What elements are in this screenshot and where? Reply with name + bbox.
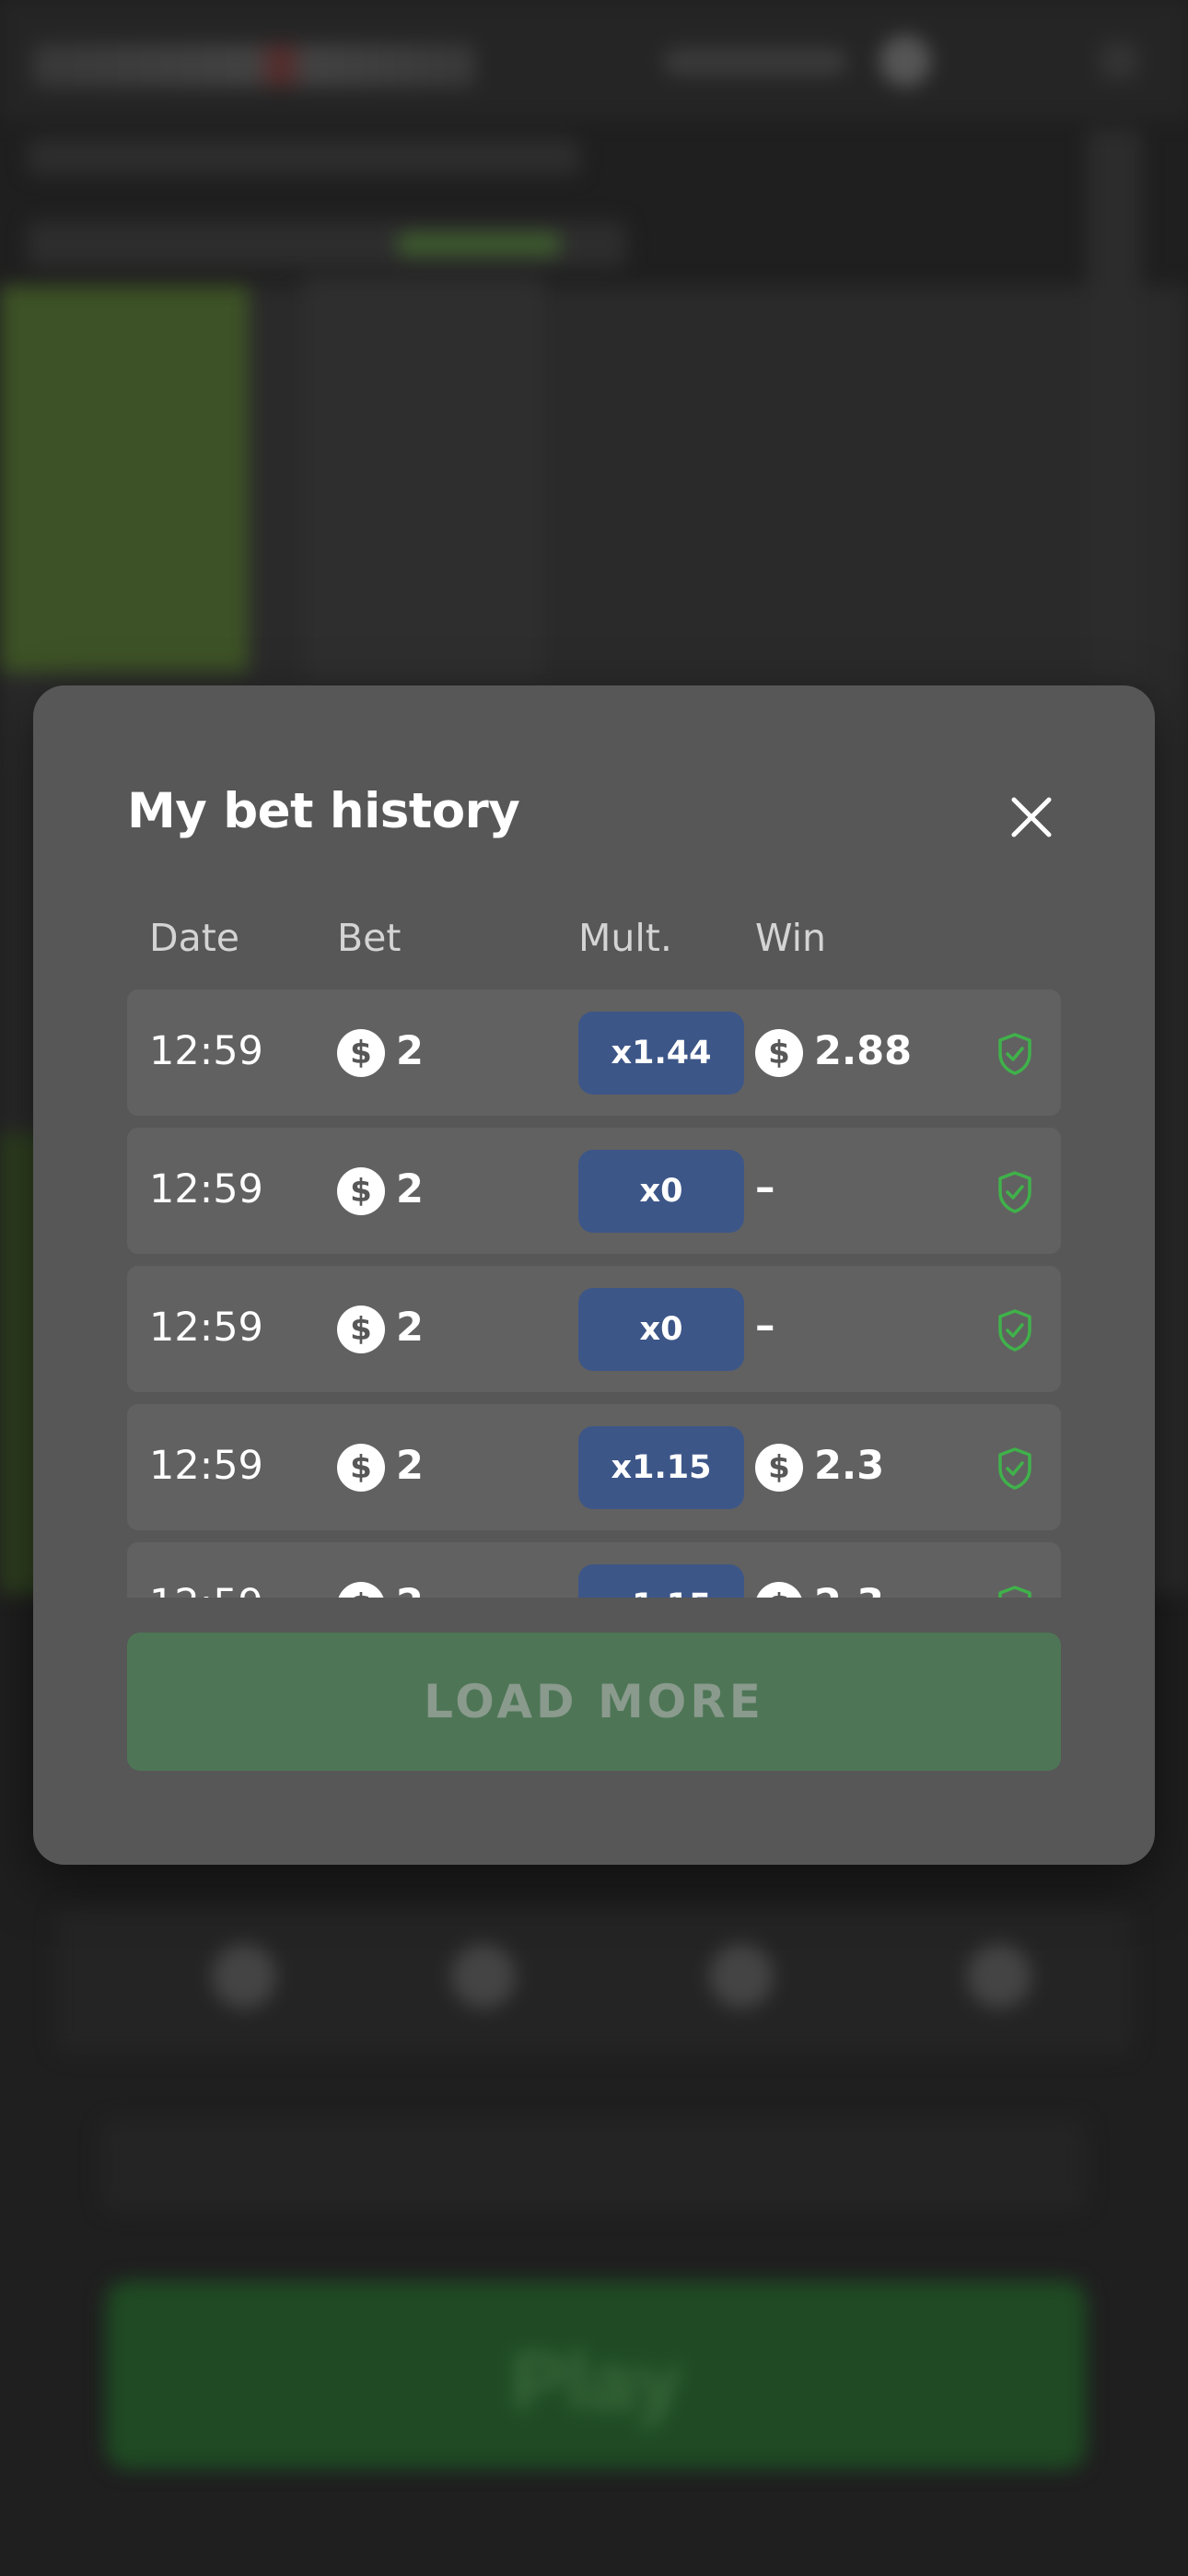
multiplier-badge: x1.44 — [578, 1012, 744, 1095]
row-bet-amount: 2 — [396, 1166, 424, 1212]
dollar-coin-icon: $ — [755, 1444, 803, 1492]
bg-control-knob — [212, 1944, 276, 2008]
bg-breadcrumb — [28, 138, 580, 175]
bg-control-knob — [967, 1944, 1031, 2008]
bg-select — [101, 2119, 1087, 2211]
row-date: 12:59 — [149, 1028, 263, 1074]
row-win-empty: – — [755, 1303, 775, 1349]
column-header-mult: Mult. — [578, 916, 672, 960]
row-bet-amount: 2 — [396, 1028, 424, 1074]
bg-control-knob — [451, 1944, 516, 2008]
bg-balance — [663, 48, 847, 76]
multiplier-badge: x1.15 — [578, 1564, 744, 1598]
table-header: Date Bet Mult. Win — [127, 916, 1061, 971]
row-date: 12:59 — [149, 1305, 263, 1351]
dollar-coin-icon: $ — [337, 1582, 385, 1598]
multiplier-badge: x1.15 — [578, 1426, 744, 1509]
table-row: 12:59 $2 x1.44 $2.88 — [127, 989, 1061, 1116]
dollar-coin-icon: $ — [755, 1029, 803, 1077]
bg-logo — [33, 44, 475, 87]
close-icon — [1011, 797, 1052, 837]
shield-check-icon[interactable] — [996, 1032, 1033, 1076]
row-date: 12:59 — [149, 1166, 263, 1212]
bg-control-knob — [709, 1944, 774, 2008]
bg-play-label: Play — [510, 2336, 682, 2429]
table-row: 12:59 $2 x0– — [127, 1266, 1061, 1392]
dollar-coin-icon: $ — [337, 1306, 385, 1353]
modal-title: My bet history — [127, 783, 520, 839]
bet-history-list[interactable]: 12:59 $2 x1.44 $2.88 12:59 $2 x0–12:59 $2 x0–12:… — [127, 989, 1061, 1598]
bg-game-field — [0, 286, 249, 673]
dollar-coin-icon: $ — [337, 1029, 385, 1077]
table-row: 12:59 $2 x0– — [127, 1128, 1061, 1254]
dollar-coin-icon: $ — [337, 1167, 385, 1215]
row-bet-amount: 2 — [396, 1581, 424, 1598]
row-bet-amount: 2 — [396, 1443, 424, 1489]
column-header-win: Win — [755, 916, 827, 960]
column-header-date: Date — [149, 916, 239, 960]
row-win-amount: 2.3 — [814, 1443, 885, 1489]
load-more-button[interactable]: LOAD MORE — [127, 1633, 1061, 1771]
close-button[interactable] — [1007, 792, 1056, 842]
bg-game-info — [28, 221, 626, 267]
bg-side-panel — [1087, 129, 1142, 682]
dollar-coin-icon: $ — [755, 1582, 803, 1598]
bg-game-column — [304, 276, 543, 682]
bet-history-modal: My bet history Date Bet Mult. Win 12:59 $… — [33, 685, 1155, 1865]
dollar-coin-icon: $ — [337, 1444, 385, 1492]
row-date: 12:59 — [149, 1581, 263, 1598]
column-header-bet: Bet — [337, 916, 402, 960]
shield-check-icon[interactable] — [996, 1170, 1033, 1214]
row-win-amount: 2.88 — [814, 1028, 913, 1074]
multiplier-badge: x0 — [578, 1288, 744, 1371]
shield-check-icon[interactable] — [996, 1446, 1033, 1491]
bg-menu-icon — [1101, 42, 1137, 79]
shield-check-icon[interactable] — [996, 1585, 1033, 1598]
bg-play-button: Play — [106, 2280, 1087, 2469]
shield-check-icon[interactable] — [996, 1308, 1033, 1352]
table-row: 12:59$2x1.15$2.3 — [127, 1404, 1061, 1530]
multiplier-badge: x0 — [578, 1150, 744, 1233]
row-bet-amount: 2 — [396, 1305, 424, 1351]
table-row: 12:59 $2 x1.15 $2.3 — [127, 1542, 1061, 1598]
row-win-empty: – — [755, 1165, 775, 1211]
row-date: 12:59 — [149, 1443, 263, 1489]
bg-avatar — [879, 35, 931, 87]
row-win-amount: 2.3 — [814, 1581, 884, 1598]
